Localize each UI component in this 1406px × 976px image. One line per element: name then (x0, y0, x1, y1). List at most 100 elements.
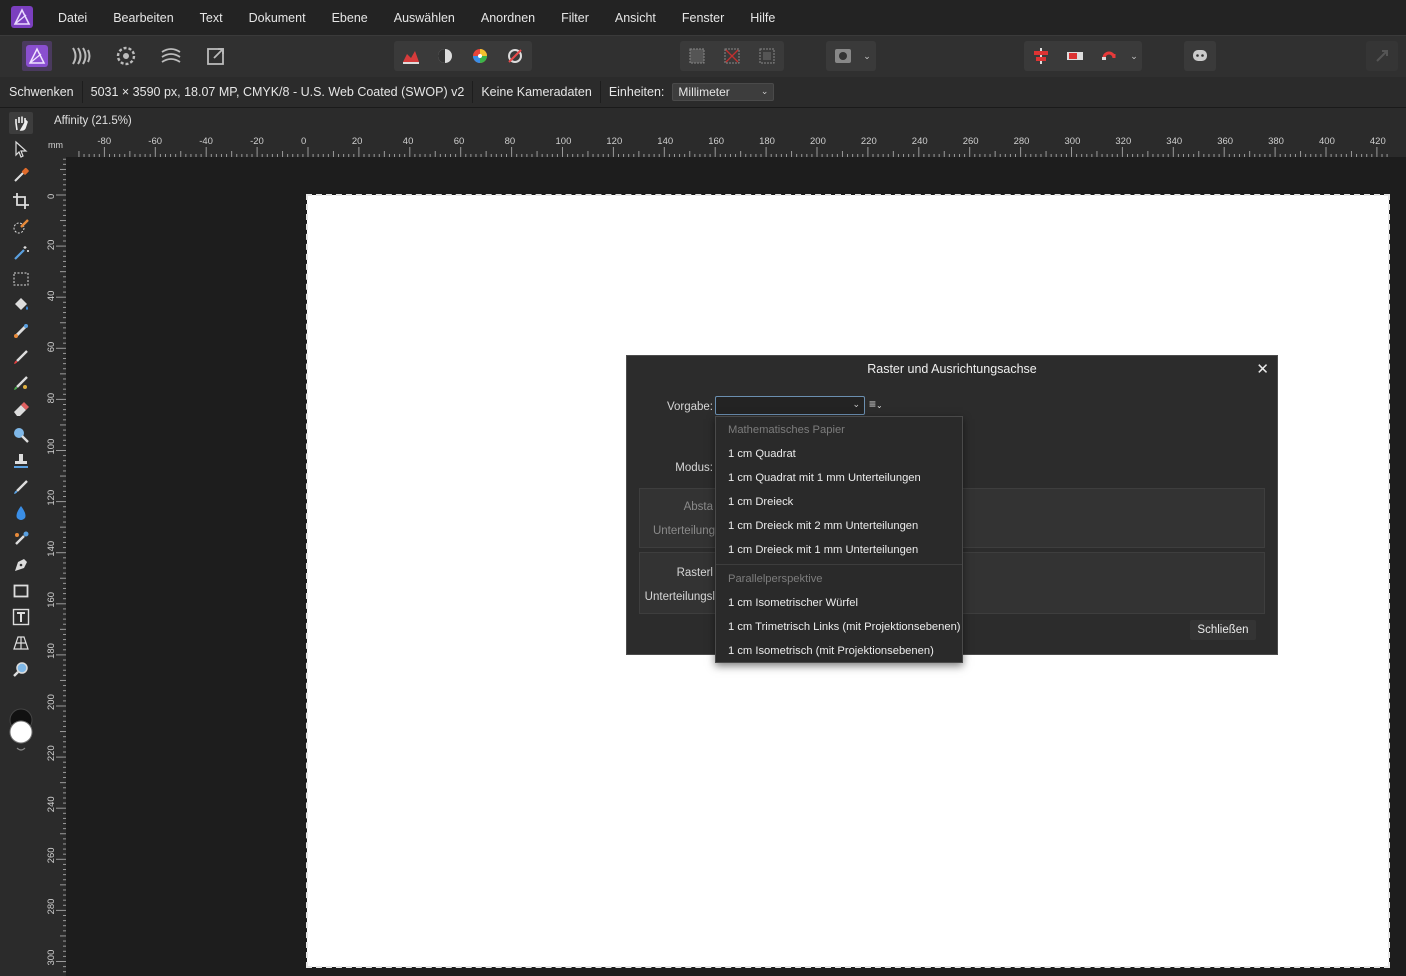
levels-button[interactable] (396, 41, 426, 71)
alignment-button[interactable] (1026, 41, 1056, 71)
ruler-label: 140 (46, 541, 57, 557)
preset-item[interactable]: 1 cm Dreieck mit 2 mm Unterteilungen (728, 520, 918, 532)
text-icon (12, 608, 30, 626)
view-tool[interactable] (9, 112, 33, 134)
menu-text[interactable]: Text (187, 11, 236, 25)
invert-selection-button[interactable] (752, 41, 782, 71)
dodge-tool[interactable] (9, 424, 33, 446)
dialog-title: Raster und Ausrichtungsachse (867, 362, 1037, 376)
preset-dropdown-menu: Mathematisches Papier 1 cm Quadrat 1 cm … (715, 416, 963, 663)
ruler-label: 360 (1217, 136, 1233, 147)
ruler-label: 420 (1370, 136, 1386, 147)
healing-brush-icon (14, 480, 28, 494)
menu-datei[interactable]: Datei (45, 11, 100, 25)
auto-contrast-button[interactable] (430, 41, 460, 71)
menu-bearbeiten[interactable]: Bearbeiten (100, 11, 186, 25)
gradient-icon (13, 323, 29, 339)
preset-item[interactable]: 1 cm Isometrischer Würfel (728, 597, 858, 609)
red-eye-tool[interactable] (9, 528, 33, 550)
menu-bar: Datei Bearbeiten Text Dokument Ebene Aus… (0, 0, 1406, 35)
assistant-button[interactable] (1185, 41, 1215, 71)
preset-item[interactable]: 1 cm Trimetrisch Links (mit Projektionse… (728, 621, 961, 633)
affinity-photo-logo-icon[interactable] (11, 6, 33, 28)
pointer-icon (15, 140, 28, 158)
photo-persona-button[interactable] (22, 41, 52, 71)
subdivision-line-label: Unterteilungsl (644, 591, 715, 603)
quick-mask-button[interactable] (828, 41, 858, 71)
select-all-button[interactable] (682, 41, 712, 71)
gradient-tool[interactable] (9, 320, 33, 342)
force-pixel-alignment-button[interactable] (1060, 41, 1090, 71)
ruler-label: 60 (46, 342, 57, 353)
menu-ansicht[interactable]: Ansicht (602, 11, 669, 25)
photo-persona-icon (26, 45, 48, 67)
pen-tool[interactable] (9, 554, 33, 576)
eraser-icon (14, 402, 29, 416)
crop-tool[interactable] (9, 190, 33, 212)
preset-item[interactable]: 1 cm Quadrat mit 1 mm Unterteilungen (728, 472, 921, 484)
color-picker-tool[interactable] (9, 164, 33, 186)
menu-filter[interactable]: Filter (548, 11, 602, 25)
auto-color-button[interactable] (465, 41, 495, 71)
export-persona-button[interactable] (201, 41, 231, 71)
ruler-label: 240 (912, 136, 928, 147)
menu-hilfe[interactable]: Hilfe (737, 11, 788, 25)
mode-label: Modus: (675, 462, 713, 474)
horizontal-ruler[interactable]: mm -80 -60 -40 -20 0 20 40 60 80 100 120 140 160 180 2… (42, 133, 1406, 157)
vertical-ruler[interactable]: 0 20 40 60 80 100 120 140 160 180 200 220 240 260 280 3… (42, 157, 66, 976)
paint-brush-icon (14, 350, 28, 364)
healing-brush-tool[interactable] (9, 476, 33, 498)
units-select[interactable]: Millimeter ⌄ (672, 83, 775, 101)
ruler-label: 120 (46, 490, 57, 506)
menu-fenster[interactable]: Fenster (669, 11, 737, 25)
preset-options-button[interactable]: ≡⌄ (869, 397, 887, 414)
move-tool[interactable] (9, 138, 33, 160)
mixer-brush-tool[interactable] (9, 372, 33, 394)
clone-tool[interactable] (9, 450, 33, 472)
snapping-options-button[interactable]: ⌄ (1126, 41, 1142, 71)
selection-brush-tool[interactable] (9, 216, 33, 238)
tone-mapping-persona-button[interactable] (156, 41, 186, 71)
chevron-down-icon: ⌄ (760, 86, 769, 96)
quick-mask-options-button[interactable]: ⌄ (858, 41, 876, 71)
assistant-robot-icon (1193, 50, 1207, 61)
menu-dokument[interactable]: Dokument (236, 11, 319, 25)
liquify-persona-button[interactable] (66, 41, 96, 71)
ruler-label: 20 (46, 240, 57, 251)
document-info: 5031 × 3590 px, 18.07 MP, CMYK/8 - U.S. … (90, 85, 465, 99)
export-persona-icon (207, 48, 224, 65)
preset-item[interactable]: 1 cm Dreieck (728, 496, 793, 508)
paint-brush-tool[interactable] (9, 346, 33, 368)
zoom-tool[interactable] (9, 658, 33, 680)
ruler-label: 60 (454, 136, 465, 147)
color-swatch-icon[interactable] (8, 706, 34, 756)
close-button[interactable]: Schließen (1190, 620, 1256, 640)
export-icon (1376, 50, 1388, 62)
ruler-label: 160 (46, 592, 57, 608)
preset-select[interactable]: ⌄ (715, 396, 865, 415)
close-icon[interactable]: ✕ (1256, 360, 1269, 378)
text-tool[interactable] (9, 606, 33, 628)
ruler-label: 120 (606, 136, 622, 147)
preset-item[interactable]: 1 cm Isometrisch (mit Projektionsebenen) (728, 645, 934, 657)
menu-divider (716, 564, 962, 565)
develop-persona-button[interactable] (111, 41, 141, 71)
document-tab[interactable]: Affinity (21.5%) (42, 108, 1406, 133)
deselect-button[interactable] (717, 41, 747, 71)
snapping-button[interactable] (1094, 41, 1124, 71)
preset-item[interactable]: 1 cm Dreieck mit 1 mm Unterteilungen (728, 544, 918, 556)
menu-anordnen[interactable]: Anordnen (468, 11, 548, 25)
marquee-tool[interactable] (9, 268, 33, 290)
auto-white-balance-button[interactable] (500, 41, 530, 71)
menu-ebene[interactable]: Ebene (319, 11, 381, 25)
export-button[interactable] (1367, 41, 1397, 71)
blur-brush-tool[interactable] (9, 502, 33, 524)
flood-select-tool[interactable] (9, 242, 33, 264)
select-all-icon (689, 48, 705, 64)
mesh-warp-tool[interactable] (9, 632, 33, 654)
rectangle-tool[interactable] (9, 580, 33, 602)
menu-auswaehlen[interactable]: Auswählen (381, 11, 468, 25)
fill-tool[interactable] (9, 294, 33, 316)
erase-tool[interactable] (9, 398, 33, 420)
preset-item[interactable]: 1 cm Quadrat (728, 448, 796, 460)
